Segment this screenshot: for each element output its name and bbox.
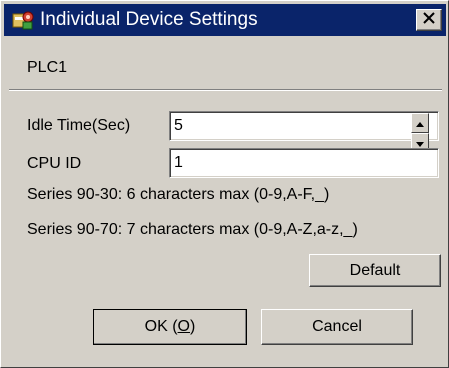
idle-time-label: Idle Time(Sec) [27, 117, 131, 134]
close-icon [423, 11, 435, 29]
cpu-id-label: CPU ID [27, 155, 82, 172]
device-name: PLC1 [27, 59, 68, 76]
cancel-button[interactable]: Cancel [261, 309, 413, 345]
individual-device-settings-dialog: Individual Device Settings PLC1 Idle Tim… [0, 0, 449, 368]
title-bar[interactable]: Individual Device Settings [4, 4, 446, 36]
separator [9, 89, 442, 91]
series-90-70-note: Series 90-70: 7 characters max (0-9,A-Z,… [27, 221, 358, 238]
ok-button[interactable]: OK (O) [93, 309, 247, 345]
default-button[interactable]: Default [309, 254, 441, 287]
cpu-id-input[interactable] [169, 148, 439, 178]
device-settings-icon [10, 7, 36, 33]
window-title: Individual Device Settings [40, 9, 258, 30]
spin-up-icon [416, 114, 424, 132]
ok-label-prefix: OK ( [144, 318, 178, 335]
close-button[interactable] [416, 9, 442, 31]
series-90-30-note: Series 90-30: 6 characters max (0-9,A-F,… [27, 186, 330, 203]
ok-label-suffix: ) [190, 318, 196, 335]
idle-time-spinner[interactable] [411, 113, 429, 153]
ok-hotkey: O [177, 318, 190, 335]
idle-time-input[interactable] [169, 111, 439, 141]
spin-up-button[interactable] [411, 113, 429, 133]
